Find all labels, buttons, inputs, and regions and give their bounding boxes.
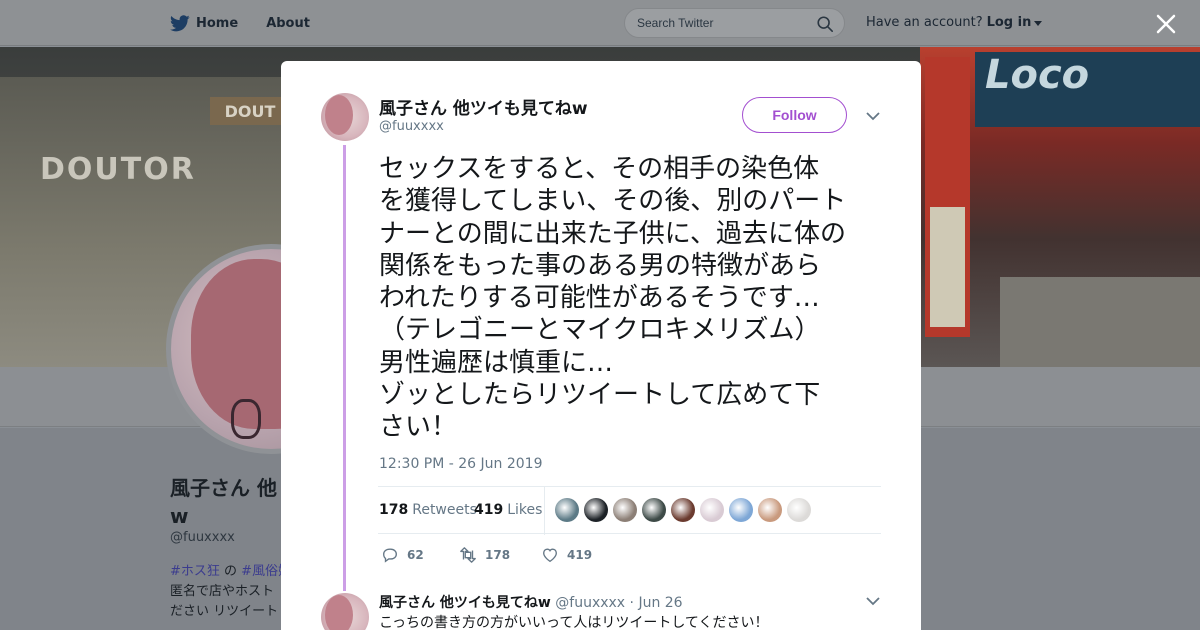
tweet-author-name[interactable]: 風子さん 他ツイも見てねw (379, 94, 588, 119)
tweet-author-handle[interactable]: @fuuxxxx (379, 119, 444, 134)
banner-street (1000, 277, 1200, 367)
like-stat[interactable]: 419 Likes (474, 502, 542, 518)
avatar-hair (325, 95, 353, 135)
bio-line-2: 匿名で店やホスト (170, 584, 275, 599)
bio-hashtag-1[interactable]: #ホス狂 (170, 564, 220, 579)
liker-avatar[interactable] (555, 498, 579, 522)
bio-hashtag-2[interactable]: #風俗嬢 (241, 564, 285, 579)
reply-text: こっちの書き方の方がいいって人はリツイートしてください！ (379, 615, 769, 630)
like-button[interactable]: 419 (541, 546, 592, 564)
tweet-modal: 風子さん 他ツイも見てねw @fuuxxxx Follow セックスをすると、そ… (281, 61, 921, 630)
bio-line-3: ださい リツイート (170, 604, 279, 619)
about-link[interactable]: About (266, 16, 310, 31)
retweet-stat[interactable]: 178 Retweets (379, 502, 477, 518)
liker-avatar[interactable] (613, 498, 637, 522)
avatar-ribbon (231, 399, 261, 439)
retweet-label: Retweets (412, 502, 477, 518)
liker-avatars (555, 498, 811, 522)
heart-icon (543, 548, 557, 563)
search-icon[interactable] (816, 15, 834, 33)
about-label: About (266, 15, 310, 31)
like-action-count: 419 (567, 548, 593, 562)
retweet-count: 178 (379, 502, 409, 518)
retweet-icon (460, 547, 476, 563)
profile-name-line1: 風子さん 他 (170, 476, 277, 500)
twitter-bird-icon (170, 14, 190, 31)
avatar-hair (325, 595, 353, 630)
search-input[interactable] (637, 16, 807, 30)
tweet-text: セックスをすると、その相手の染色体 を獲得してしまい、その後、別のパート ナーと… (379, 154, 847, 443)
reply-date[interactable]: Jun 26 (638, 595, 682, 611)
liker-avatar[interactable] (787, 498, 811, 522)
retweet-action-count: 178 (485, 548, 511, 562)
chevron-down-icon[interactable] (866, 111, 880, 121)
tweet-stats: 178 Retweets 419 Likes (378, 486, 881, 535)
liker-avatar[interactable] (671, 498, 695, 522)
close-icon[interactable] (1155, 13, 1177, 35)
profile-bio: #ホス狂 の #風俗嬢 匿名で店やホスト ださい リツイート (170, 562, 285, 622)
like-count: 419 (474, 502, 504, 518)
reply-author-avatar[interactable] (321, 593, 369, 630)
liker-avatar[interactable] (642, 498, 666, 522)
banner-red-sign-2 (930, 207, 965, 327)
reply-author-name[interactable]: 風子さん 他ツイも見てねw (379, 595, 551, 611)
banner-sign-left-2: DOUTOR (40, 152, 196, 187)
banner-sign-right: Loco (975, 52, 1200, 127)
caret-down-icon[interactable] (1034, 21, 1043, 26)
stats-divider (544, 487, 545, 535)
bio-of: の (219, 564, 242, 579)
like-label: Likes (507, 502, 543, 518)
liker-avatar[interactable] (729, 498, 753, 522)
profile-handle: @fuuxxxx (170, 530, 235, 545)
search-box (624, 8, 845, 38)
home-link[interactable]: Home (170, 14, 239, 32)
banner-sign-left: DOUT (210, 97, 290, 125)
chevron-down-icon[interactable] (866, 596, 880, 606)
account-prompt: Have an account? (866, 15, 983, 30)
follow-button[interactable]: Follow (742, 97, 847, 133)
profile-name-line2: w (170, 504, 189, 528)
retweet-button[interactable]: 178 (459, 546, 510, 564)
account-menu: Have an account? Log in (866, 15, 1043, 30)
login-link[interactable]: Log in (987, 15, 1032, 30)
profile-name: 風子さん 他 w (170, 474, 290, 530)
top-navigation-bar: Home About Have an account? Log in (0, 0, 1200, 46)
reply-button[interactable]: 62 (381, 546, 424, 564)
liker-avatar[interactable] (700, 498, 724, 522)
liker-avatar[interactable] (758, 498, 782, 522)
reply-icon (383, 548, 397, 563)
nav-left: Home About (170, 0, 310, 46)
reply-count: 62 (407, 548, 424, 562)
thread-line (343, 145, 346, 591)
reply-author-handle[interactable]: @fuuxxxx (555, 595, 625, 611)
reply-header: 風子さん 他ツイも見てねw @fuuxxxx · Jun 26 (379, 592, 683, 612)
tweet-author-avatar[interactable] (321, 93, 369, 141)
tweet-timestamp[interactable]: 12:30 PM - 26 Jun 2019 (379, 456, 543, 472)
liker-avatar[interactable] (584, 498, 608, 522)
reply-separator: · (625, 595, 639, 611)
home-label: Home (196, 15, 239, 31)
